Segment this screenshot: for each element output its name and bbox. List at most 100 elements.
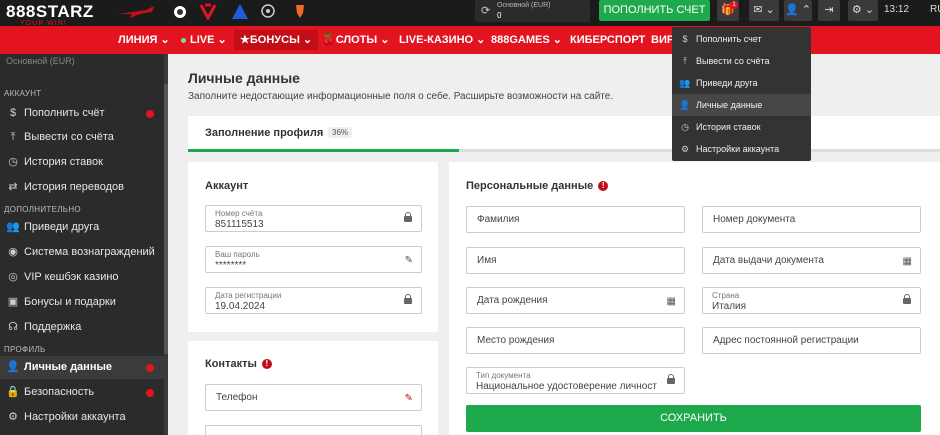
sidebar-item-bet-history[interactable]: ◷ История ставок [0, 151, 164, 174]
dropdown-item-label: Вывести со счёта [696, 56, 770, 66]
password-field[interactable]: Ваш пароль ******** ✎ [205, 246, 422, 273]
sidebar-item-personal-data[interactable]: 👤 Личные данные [0, 356, 164, 379]
gift-button[interactable]: 🎁 1 [717, 0, 739, 21]
nav-live[interactable]: LIVE ⌄ [181, 26, 227, 54]
phone-field[interactable]: Телефон ✎ [205, 384, 422, 411]
chevron-down-icon: ⌄ [552, 34, 562, 46]
birth-date-field[interactable]: Дата рождения ▦ [466, 287, 685, 314]
page-subtitle: Заполните недостающие информационные пол… [188, 91, 614, 102]
chevron-down-icon: ⌄ [380, 34, 390, 46]
champions-league-icon[interactable] [258, 3, 278, 20]
europa-league-icon[interactable] [290, 3, 310, 20]
logout-button[interactable]: ⇥ [818, 0, 840, 21]
account-title: Аккаунт [205, 180, 249, 192]
progress-fill [188, 149, 459, 152]
gift-icon: ▣ [7, 296, 19, 308]
sidebar-item-deposit[interactable]: $ Пополнить счёт [0, 102, 164, 125]
contacts-title-text: Контакты [205, 358, 257, 370]
lazio-icon[interactable] [198, 3, 218, 20]
sidebar-item-transfer-history[interactable]: ⇄ История переводов [0, 176, 164, 199]
email-field[interactable]: ✎ [205, 425, 422, 435]
sidebar-item-refer-friend[interactable]: 👥 Приведи друга [0, 216, 164, 239]
history-icon: ◷ [8, 156, 18, 168]
calendar-icon[interactable]: ▦ [903, 256, 912, 267]
sidebar-item-account-settings[interactable]: ⚙ Настройки аккаунта [0, 406, 164, 429]
dropdown-item-bet-history[interactable]: ◷ История ставок [672, 116, 811, 138]
football-club-icon[interactable] [170, 3, 190, 20]
field-label: Номер счёта [215, 209, 263, 218]
dropdown-item-withdraw[interactable]: ⤒ Вывести со счёта [672, 50, 811, 72]
deposit-button[interactable]: ПОПОЛНИТЬ СЧЕТ [599, 0, 710, 21]
address-field[interactable]: Адрес постоянной регистрации [702, 327, 921, 354]
field-value: ******** [215, 260, 247, 271]
balance-box[interactable]: ⟳ Основной (EUR) 0 [475, 0, 590, 22]
sidebar-item-bonuses[interactable]: ▣ Бонусы и подарки [0, 291, 164, 314]
nav-888games[interactable]: 888GAMES ⌄ [491, 26, 562, 54]
page-title: Личные данные [188, 70, 300, 86]
document-number-field[interactable]: Номер документа [702, 206, 921, 233]
info-icon[interactable]: ! [261, 359, 272, 369]
sidebar-item-label: Приведи друга [24, 221, 100, 233]
info-icon[interactable]: ! [598, 181, 609, 191]
pencil-icon[interactable]: ✎ [405, 393, 413, 404]
birth-place-field[interactable]: Место рождения [466, 327, 685, 354]
withdraw-icon: ⤒ [10, 131, 16, 143]
nav-bonuses[interactable]: ★БОНУСЫ ⌄ [234, 30, 319, 50]
field-placeholder: Адрес постоянной регистрации [713, 335, 859, 346]
dropdown-item-refer-friend[interactable]: 👥 Приведи друга [672, 72, 811, 94]
document-date-field[interactable]: Дата выдачи документа ▦ [702, 247, 921, 274]
field-label: Ваш пароль [215, 250, 260, 259]
sidebar-item-support[interactable]: ☊ Поддержка [0, 316, 164, 339]
lock-icon [667, 374, 675, 384]
calendar-icon[interactable]: ▦ [667, 296, 676, 307]
nav-line[interactable]: ЛИНИЯ ⌄ [118, 26, 170, 54]
dropdown-item-label: Пополнить счет [696, 34, 762, 44]
refresh-icon[interactable]: ⟳ [481, 4, 490, 17]
profile-button[interactable]: 👤 ⌃ [784, 0, 812, 21]
account-card: Аккаунт Номер счёта 851115513 Ваш пароль… [188, 162, 438, 332]
nav-virtual[interactable]: ВИР [651, 26, 674, 54]
sidebar-item-security[interactable]: 🔒 Безопасность [0, 381, 164, 404]
personal-title-text: Персональные данные [466, 180, 594, 192]
scrollbar-thumb[interactable] [164, 84, 168, 354]
field-label: Страна [712, 291, 740, 300]
messages-button[interactable]: ✉ ⌄ [749, 0, 779, 21]
account-number-field[interactable]: Номер счёта 851115513 [205, 205, 422, 232]
save-button[interactable]: СОХРАНИТЬ [466, 405, 921, 432]
atalanta-icon[interactable] [230, 3, 250, 20]
sidebar-item-rewards[interactable]: ◉ Система вознаграждений [0, 241, 164, 264]
nav-label: КИБЕРСПОРТ [570, 34, 646, 46]
lock-icon [903, 294, 911, 304]
alert-dot-icon [146, 110, 154, 118]
settings-button[interactable]: ⚙ ⌄ [848, 0, 878, 21]
sidebar-item-vip-cashback[interactable]: ◎ VIP кешбэк казино [0, 266, 164, 289]
pencil-icon[interactable]: ✎ [405, 255, 413, 266]
surname-field[interactable]: Фамилия [466, 206, 685, 233]
nav-esports[interactable]: КИБЕРСПОРТ [570, 26, 645, 54]
field-placeholder: Имя [477, 255, 497, 266]
profile-progress: Заполнение профиля 36% [188, 116, 940, 152]
nav-label: LIVE-КАЗИНО [399, 34, 474, 46]
nav-live-casino[interactable]: LIVE-КАЗИНО ⌄ [399, 26, 485, 54]
language-selector[interactable]: RU [930, 4, 940, 15]
gear-icon: ⚙ [680, 144, 690, 154]
sidebar-partial-item: Основной (EUR) [6, 56, 75, 66]
sidebar-item-label: История переводов [24, 181, 124, 193]
first-name-field[interactable]: Имя [466, 247, 685, 274]
country-field: Страна Италия [702, 287, 921, 314]
dropdown-item-account-settings[interactable]: ⚙ Настройки аккаунта [672, 138, 811, 160]
dropdown-item-deposit[interactable]: $ Пополнить счет [672, 28, 811, 50]
sidebar-item-label: Бонусы и подарки [24, 296, 116, 308]
field-label: Дата регистрации [215, 291, 282, 300]
airplane-sponsor-icon[interactable] [116, 3, 156, 20]
logo[interactable]: 888STARZ YOUR WIN! [6, 2, 106, 27]
sidebar-scrollbar[interactable] [164, 54, 168, 435]
nav-slots[interactable]: 🍒СЛОТЫ ⌄ [322, 26, 389, 54]
sidebar-item-label: Настройки аккаунта [24, 411, 126, 423]
nav-label: LIVE [190, 34, 215, 46]
sidebar-item-withdraw[interactable]: ⤒ Вывести со счёта [0, 126, 164, 149]
progress-track [188, 149, 940, 152]
dropdown-item-personal-data[interactable]: 👤 Личные данные [672, 94, 811, 116]
user-icon: 👤 [785, 4, 799, 16]
history-icon: ◷ [681, 122, 689, 132]
